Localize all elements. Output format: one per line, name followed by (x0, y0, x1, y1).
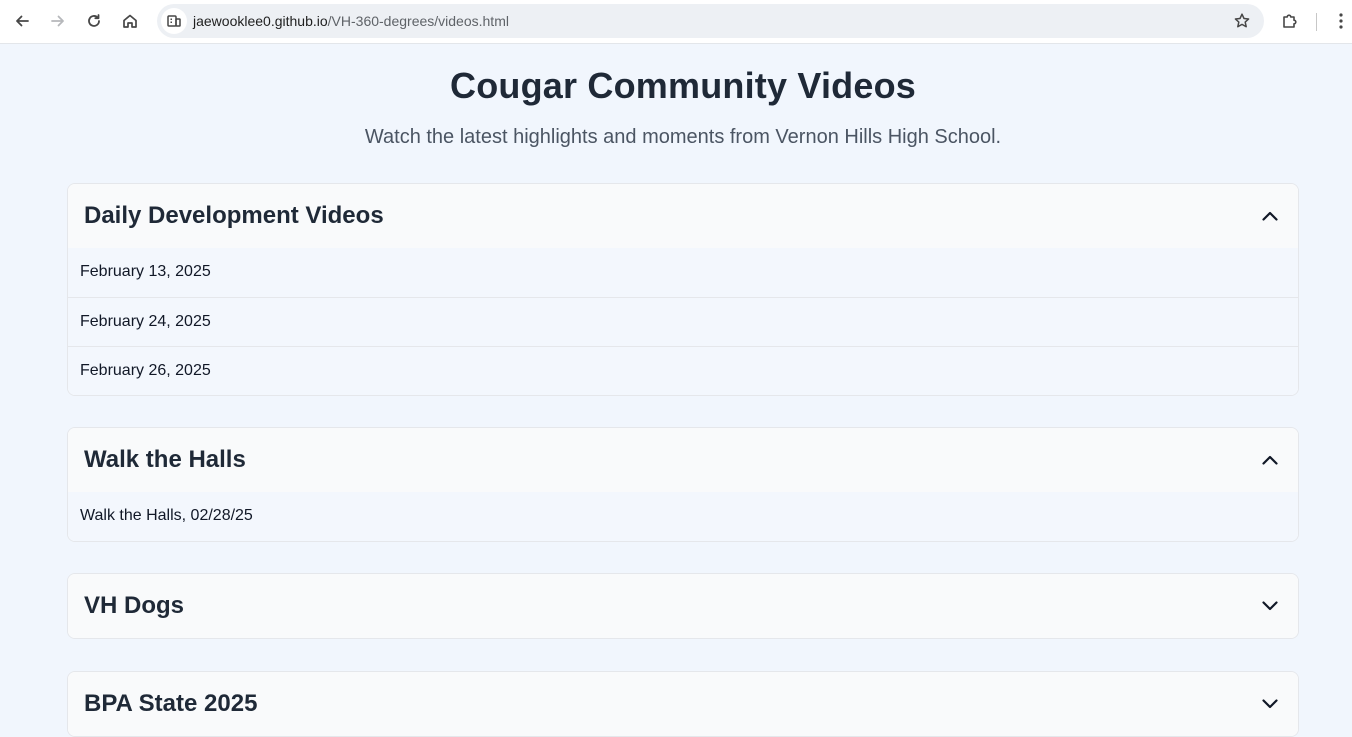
kebab-menu-icon (1339, 13, 1343, 29)
section-header[interactable]: BPA State 2025 (68, 672, 1298, 736)
forward-button[interactable] (42, 6, 74, 36)
section-title: Daily Development Videos (84, 202, 384, 229)
chevron-down-icon[interactable] (1258, 694, 1282, 714)
address-bar[interactable]: jaewooklee0.github.io/VH-360-degrees/vid… (157, 4, 1264, 38)
page-title: Cougar Community Videos (450, 65, 916, 106)
section-title: BPA State 2025 (84, 690, 258, 717)
section-bpa-state-2025: BPA State 2025 (67, 671, 1299, 737)
section-daily-development-videos: Daily Development Videos February 13, 20… (67, 183, 1299, 396)
toolbar-divider (1316, 13, 1317, 31)
chevron-up-icon[interactable] (1258, 450, 1282, 470)
video-item[interactable]: February 26, 2025 (68, 346, 1298, 395)
page-content: Cougar Community Videos Watch the latest… (0, 45, 1352, 737)
reload-button[interactable] (78, 6, 110, 36)
video-item[interactable]: Walk the Halls, 02/28/25 (68, 492, 1298, 541)
url-text[interactable]: jaewooklee0.github.io/VH-360-degrees/vid… (193, 4, 509, 38)
url-host: jaewooklee0.github.io (193, 13, 328, 29)
browser-menu-button[interactable] (1330, 6, 1352, 36)
section-body: Walk the Halls, 02/28/25 (68, 492, 1298, 541)
section-header[interactable]: Walk the Halls (68, 428, 1298, 492)
page-subtitle: Watch the latest highlights and moments … (364, 126, 1002, 148)
video-item[interactable]: February 13, 2025 (68, 248, 1298, 297)
bookmark-button[interactable] (1228, 7, 1256, 35)
site-info-icon (167, 15, 181, 27)
section-vh-dogs: VH Dogs (67, 573, 1299, 639)
section-header[interactable]: VH Dogs (68, 574, 1298, 638)
chevron-up-icon[interactable] (1258, 206, 1282, 226)
url-path: /VH-360-degrees/videos.html (327, 13, 509, 29)
section-title: Walk the Halls (84, 446, 246, 473)
home-icon (123, 14, 137, 28)
star-icon (1234, 13, 1250, 28)
home-button[interactable] (114, 6, 146, 36)
video-item[interactable]: February 24, 2025 (68, 297, 1298, 346)
section-title: VH Dogs (84, 592, 185, 619)
reload-icon (88, 14, 100, 27)
back-arrow-icon (16, 15, 29, 27)
section-body: February 13, 2025 February 24, 2025 Febr… (68, 248, 1298, 395)
section-header[interactable]: Daily Development Videos (68, 184, 1298, 248)
extensions-button[interactable] (1274, 6, 1306, 36)
section-walk-the-halls: Walk the Halls Walk the Halls, 02/28/25 (67, 427, 1299, 542)
puzzle-icon (1283, 14, 1297, 28)
chevron-down-icon[interactable] (1258, 596, 1282, 616)
back-button[interactable] (6, 6, 38, 36)
site-info-button[interactable] (161, 8, 187, 34)
browser-toolbar: jaewooklee0.github.io/VH-360-degrees/vid… (0, 0, 1352, 44)
forward-arrow-icon (51, 15, 64, 27)
